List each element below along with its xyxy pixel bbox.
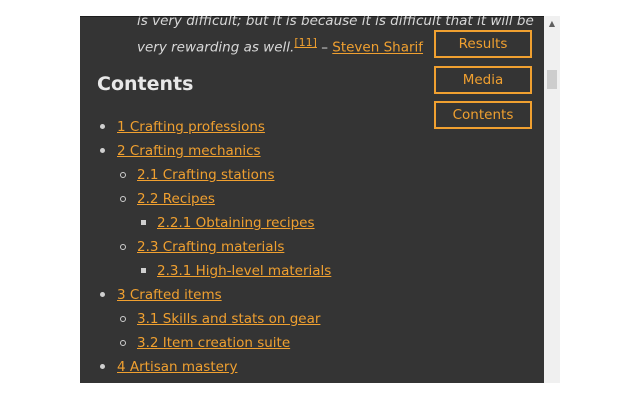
scroll-up-arrow-icon[interactable]: ▲	[544, 16, 560, 32]
toc-link[interactable]: 3.1 Skills and stats on gear	[137, 311, 320, 327]
toc-link[interactable]: 2.1 Crafting stations	[137, 167, 274, 183]
toc-link[interactable]: 3 Crafted items	[117, 287, 222, 303]
bullet-disc-icon	[100, 292, 105, 297]
toc-link[interactable]: 2.2.1 Obtaining recipes	[157, 215, 315, 231]
article-content: is very difficult; but it is because it …	[80, 16, 544, 383]
toc-link[interactable]: 2.2 Recipes	[137, 191, 215, 207]
toc-item: 1 Crafting professions	[117, 114, 265, 138]
contents-button[interactable]: Contents	[434, 101, 532, 129]
bullet-circle-icon	[120, 316, 126, 322]
quote-line-2-text: very rewarding as well.	[137, 39, 295, 56]
scrollbar-thumb[interactable]	[547, 70, 557, 89]
author-link[interactable]: Steven Sharif	[332, 40, 423, 56]
toc-link[interactable]: 2.3 Crafting materials	[137, 239, 284, 255]
toc-link[interactable]: 2.3.1 High-level materials	[157, 263, 331, 279]
toc-item: 2.2.1 Obtaining recipes	[157, 210, 315, 234]
toc-link[interactable]: 4 Artisan mastery	[117, 359, 237, 375]
bullet-disc-icon	[100, 148, 105, 153]
contents-heading: Contents	[97, 73, 194, 95]
toc-item: 3 Crafted items	[117, 282, 222, 306]
toc-item: 2.1 Crafting stations	[137, 162, 274, 186]
toc-item: 2.2 Recipes	[137, 186, 215, 210]
bullet-square-icon	[141, 220, 146, 225]
bullet-circle-icon	[120, 340, 126, 346]
toc-item: 4 Artisan mastery	[117, 354, 237, 378]
results-button[interactable]: Results	[434, 30, 532, 58]
toc-link[interactable]: 2 Crafting mechanics	[117, 143, 261, 159]
bullet-circle-icon	[120, 244, 126, 250]
toc-item: 2.3 Crafting materials	[137, 234, 284, 258]
bullet-disc-icon	[100, 124, 105, 129]
toc-item: 3.1 Skills and stats on gear	[137, 306, 320, 330]
bullet-disc-icon	[100, 364, 105, 369]
toc-item: 2 Crafting mechanics	[117, 138, 261, 162]
bullet-square-icon	[141, 268, 146, 273]
media-button[interactable]: Media	[434, 66, 532, 94]
toc-link[interactable]: 3.2 Item creation suite	[137, 335, 290, 351]
toc-item: 2.3.1 High-level materials	[157, 258, 331, 282]
toc-item: 3.2 Item creation suite	[137, 330, 290, 354]
article-viewport: is very difficult; but it is because it …	[80, 16, 560, 383]
citation-link[interactable]: [11]	[294, 36, 317, 49]
quote-dash: –	[316, 39, 333, 56]
bullet-circle-icon	[120, 196, 126, 202]
toc-link[interactable]: 1 Crafting professions	[117, 119, 265, 135]
vertical-scrollbar[interactable]: ▲	[544, 16, 560, 383]
bullet-circle-icon	[120, 172, 126, 178]
